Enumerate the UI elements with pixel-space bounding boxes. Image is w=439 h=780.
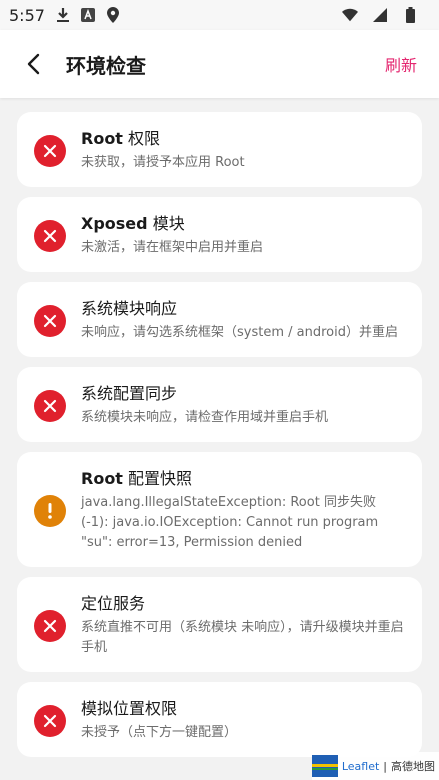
check-card-root-config-snapshot[interactable]: Root 配置快照 java.lang.IllegalStateExceptio… [17, 452, 422, 567]
check-description: 未激活，请在框架中启用并重启 [81, 240, 264, 255]
status-time: 5:57 [9, 5, 45, 25]
close-icon [43, 714, 57, 727]
error-badge [34, 134, 66, 167]
check-description: 系统模块未响应，请检查作用域并重启手机 [81, 410, 329, 425]
app-notification-icon [80, 7, 96, 23]
check-description: 系统直推不可用（系统模块 未响应），请升级模块并重启手机 [81, 620, 404, 655]
check-title: Xposed 模块 [81, 214, 185, 233]
warning-badge [34, 494, 66, 527]
download-icon [55, 7, 71, 23]
attribution-separator: | [383, 759, 387, 773]
error-badge [34, 609, 66, 642]
app-bar: 环境检查 刷新 [0, 30, 439, 98]
close-icon [43, 619, 57, 632]
close-icon [43, 229, 57, 242]
check-title: Root 配置快照 [81, 469, 193, 488]
map-provider: 高德地图 [391, 760, 435, 773]
check-title: 模拟位置权限 [81, 699, 178, 718]
wifi-icon [342, 7, 358, 23]
error-badge [34, 304, 66, 337]
back-button[interactable] [18, 49, 48, 79]
exclamation-icon [48, 502, 52, 519]
check-list: Root 权限 未获取，请授予本应用 Root Xposed 模块 未激活，请在… [17, 112, 422, 767]
leaflet-link[interactable]: Leaflet [342, 760, 379, 773]
check-card-location-service[interactable]: 定位服务 系统直推不可用（系统模块 未响应），请升级模块并重启手机 [17, 577, 422, 672]
error-badge [34, 389, 66, 422]
battery-icon [402, 7, 418, 23]
check-card-system-config-sync[interactable]: 系统配置同步 系统模块未响应，请检查作用域并重启手机 [17, 367, 422, 442]
check-description: java.lang.IllegalStateException: Root 同步… [81, 495, 379, 550]
check-title: Root 权限 [81, 129, 161, 148]
location-icon [105, 7, 121, 23]
error-badge [34, 704, 66, 737]
check-title: 定位服务 [81, 594, 146, 613]
signal-icon [372, 7, 388, 23]
check-title: 系统配置同步 [81, 384, 178, 403]
check-card-root-permission[interactable]: Root 权限 未获取，请授予本应用 Root [17, 112, 422, 187]
status-bar: 5:57 [0, 0, 439, 30]
map-attribution: Leaflet | 高德地图 [311, 752, 439, 780]
check-description: 未响应，请勾选系统框架（system / android）并重启 [81, 325, 398, 340]
check-card-mock-location-permission[interactable]: 模拟位置权限 未授予（点下方一键配置） [17, 682, 422, 757]
check-card-xposed-module[interactable]: Xposed 模块 未激活，请在框架中启用并重启 [17, 197, 422, 272]
close-icon [43, 314, 57, 327]
error-badge [34, 219, 66, 252]
check-card-system-module-response[interactable]: 系统模块响应 未响应，请勾选系统框架（system / android）并重启 [17, 282, 422, 357]
check-title: 系统模块响应 [81, 299, 178, 318]
close-icon [43, 144, 57, 157]
check-description: 未获取，请授予本应用 Root [81, 155, 245, 170]
page-title: 环境检查 [66, 53, 146, 78]
flag-icon [311, 755, 338, 777]
refresh-button[interactable]: 刷新 [385, 52, 417, 76]
back-arrow-icon [27, 53, 40, 75]
close-icon [43, 399, 57, 412]
check-description: 未授予（点下方一键配置） [81, 725, 238, 740]
